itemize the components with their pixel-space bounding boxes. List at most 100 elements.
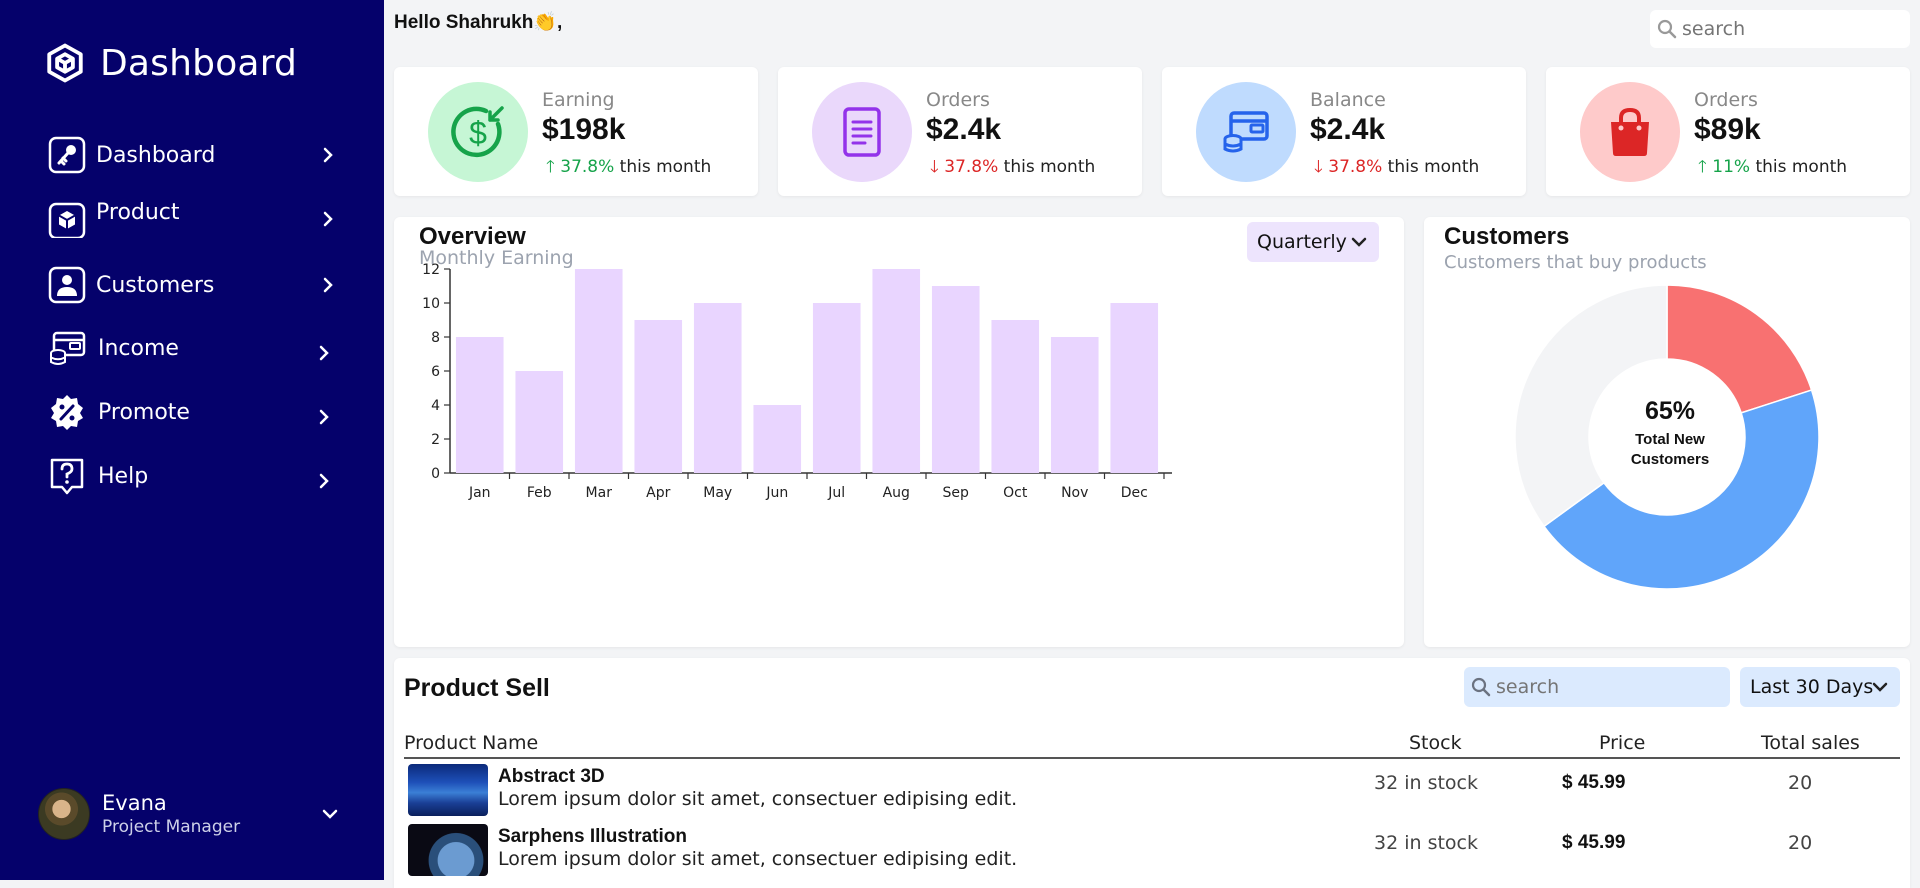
column-header-stock[interactable]: Stock	[1409, 732, 1462, 754]
search-icon	[1657, 19, 1677, 39]
table-row[interactable]: Sarphens Illustration Lorem ipsum dolor …	[408, 824, 1900, 880]
product-description: Lorem ipsum dolor sit amet, consectuer e…	[498, 788, 1018, 810]
product-price: $ 45.99	[1562, 772, 1626, 793]
x-tick-label: Apr	[646, 485, 670, 501]
donut-slice	[1666, 284, 1813, 414]
column-header-product-name[interactable]: Product Name	[404, 732, 538, 754]
product-stock: 32 in stock	[1374, 832, 1478, 854]
sidebar: Dashboard Dashboard Product Customers In…	[0, 0, 384, 880]
x-tick-label: Feb	[527, 485, 552, 501]
stat-card-earning: $ Earning $198k 🡑 37.8% this month	[394, 67, 758, 196]
chevron-right-icon	[323, 147, 333, 163]
top-search[interactable]	[1650, 10, 1910, 48]
stat-value: $89k	[1694, 113, 1761, 146]
bar	[991, 320, 1040, 473]
table-row[interactable]: Abstract 3D Lorem ipsum dolor sit amet, …	[408, 764, 1900, 820]
stat-value: $2.4k	[926, 113, 1002, 146]
column-header-total-sales[interactable]: Total sales	[1761, 732, 1860, 754]
x-tick-label: Mar	[586, 485, 613, 501]
product-search[interactable]	[1464, 667, 1730, 707]
product-sell-title: Product Sell	[404, 674, 550, 702]
trend-percent: 37.8%	[1328, 157, 1383, 177]
user-profile[interactable]: Evana Project Manager	[38, 786, 348, 842]
product-description: Lorem ipsum dolor sit amet, consectuer e…	[498, 848, 1018, 870]
stat-icon-circle: $	[428, 82, 528, 182]
stat-icon-circle	[812, 82, 912, 182]
sidebar-item-label: Customers	[96, 272, 215, 298]
arrow-down-icon: 🡓	[1314, 157, 1329, 177]
percent-badge-icon	[48, 393, 86, 431]
sidebar-item-income[interactable]: Income	[48, 326, 348, 370]
stat-trend: 🡓 37.8% this month	[1314, 154, 1479, 183]
wallet-icon	[1223, 111, 1269, 153]
user-role: Project Manager	[102, 817, 241, 837]
trend-suffix: this month	[998, 157, 1096, 177]
stat-value: $2.4k	[1310, 113, 1386, 146]
product-name[interactable]: Sarphens Illustration	[498, 826, 687, 848]
dollar-icon: $	[451, 106, 504, 158]
stat-value: $198k	[542, 113, 626, 146]
shopping-bag-icon	[1611, 107, 1649, 156]
search-icon	[1471, 677, 1491, 697]
product-price: $ 45.99	[1562, 832, 1626, 853]
user-name: Evana	[102, 791, 167, 815]
product-name[interactable]: Abstract 3D	[498, 766, 605, 788]
chevron-down-icon	[1872, 682, 1888, 692]
x-tick-label: Jul	[827, 485, 845, 501]
bar-chart: 0 2 4 6 8 10 12 Jan Feb Mar Apr May Jun Jul Aug Sep Oct N…	[422, 262, 1172, 501]
product-sell-card: Product Sell Last 30 Days Product Name S…	[394, 658, 1910, 888]
stat-card-orders: Orders $2.4k 🡓 37.8% this month	[778, 67, 1142, 196]
date-range-select[interactable]: Last 30 Days	[1740, 667, 1900, 707]
y-tick-label: 10	[422, 296, 440, 312]
arrow-up-icon: 🡑	[546, 157, 561, 177]
search-input[interactable]	[1682, 18, 1902, 40]
logo-cube-icon	[47, 43, 83, 83]
trend-percent: 11%	[1712, 157, 1751, 177]
table-header-divider	[404, 757, 1900, 759]
donut-center-label: Total New Customers	[1630, 431, 1710, 468]
sidebar-item-label: Product	[96, 199, 180, 225]
wallet-icon	[48, 329, 86, 367]
bar	[872, 269, 921, 473]
trend-suffix: this month	[1750, 157, 1848, 177]
product-stock: 32 in stock	[1374, 772, 1478, 794]
y-tick-label: 6	[431, 364, 440, 380]
y-tick-label: 12	[422, 262, 440, 278]
donut-center: 65% Total New Customers	[1612, 397, 1728, 470]
question-icon	[48, 457, 86, 495]
bar	[515, 371, 564, 473]
sidebar-item-promote[interactable]: Promote	[48, 390, 348, 434]
chevron-right-icon	[319, 473, 329, 489]
x-tick-label: Sep	[943, 485, 970, 501]
x-tick-label: Jan	[468, 485, 491, 501]
y-tick-label: 2	[431, 432, 440, 448]
arrow-up-icon: 🡑	[1698, 157, 1713, 177]
stat-label: Balance	[1310, 89, 1386, 111]
y-tick-label: 4	[431, 398, 440, 414]
brand[interactable]: Dashboard	[44, 42, 297, 84]
user-icon	[48, 266, 86, 304]
column-header-price[interactable]: Price	[1599, 732, 1645, 754]
bar	[812, 303, 861, 473]
stat-label: Orders	[1694, 89, 1758, 111]
key-icon	[48, 136, 86, 174]
sidebar-item-product[interactable]: Product	[48, 197, 348, 241]
chevron-down-icon[interactable]	[320, 804, 340, 824]
x-tick-label: Oct	[1003, 485, 1028, 501]
bar	[634, 320, 683, 473]
sidebar-item-dashboard[interactable]: Dashboard	[48, 133, 348, 177]
sidebar-item-help[interactable]: Help	[48, 454, 348, 498]
stat-trend: 🡑 11% this month	[1698, 154, 1847, 183]
chevron-right-icon	[323, 277, 333, 293]
product-search-input[interactable]	[1496, 676, 1716, 698]
stat-trend: 🡑 37.8% this month	[546, 154, 711, 183]
user-info: Evana Project Manager	[102, 791, 240, 837]
sidebar-item-customers[interactable]: Customers	[48, 263, 348, 307]
bar	[1050, 337, 1099, 473]
sidebar-item-label: Dashboard	[96, 142, 216, 168]
sidebar-item-label: Help	[98, 463, 149, 489]
bar	[931, 286, 980, 473]
product-thumbnail	[408, 824, 488, 876]
chevron-right-icon	[319, 409, 329, 425]
brand-title: Dashboard	[100, 42, 298, 84]
